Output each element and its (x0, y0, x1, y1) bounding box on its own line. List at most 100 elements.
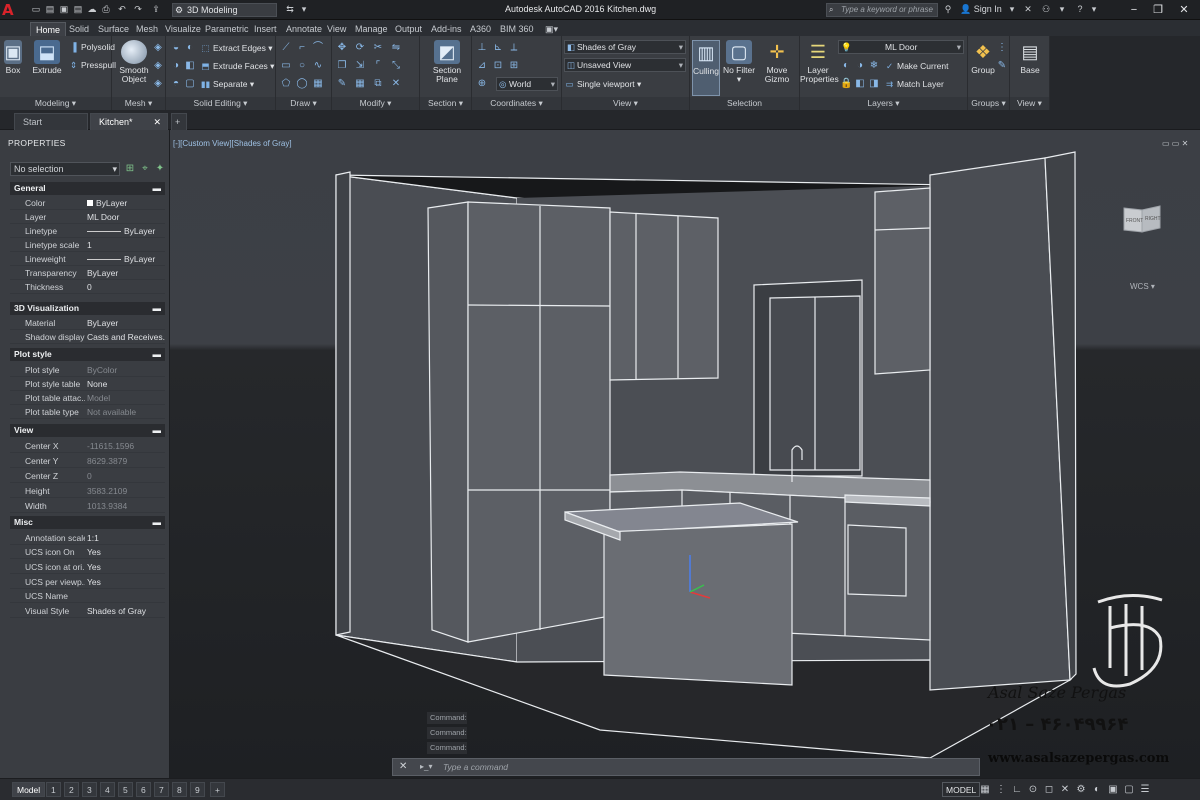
group-edit-icon[interactable]: ✎ (996, 60, 1008, 72)
group-button[interactable]: ❖ Group (970, 40, 996, 75)
panel-title-coordinates[interactable]: Coordinates ▾ (472, 97, 561, 110)
save-as-icon[interactable]: ▤ (72, 4, 84, 15)
tab-surface[interactable]: Surface (93, 22, 134, 36)
polar-icon[interactable]: ⊙ (1026, 783, 1040, 797)
annotation-scale-icon[interactable]: ✕ (1058, 783, 1072, 797)
separate-button[interactable]: ▮▮ Separate ▾ (200, 77, 254, 91)
presspull-button[interactable]: ⇕ Presspull (68, 58, 116, 72)
cloud-icon[interactable]: ☁ (86, 4, 98, 15)
tab-a360[interactable]: A360 (465, 22, 496, 36)
minimize-button[interactable]: − (1122, 2, 1146, 18)
property-row[interactable]: UCS per viewp... Yes (10, 575, 165, 589)
wcs-menu[interactable]: WCS ▾ (1130, 282, 1155, 291)
model-space-button[interactable]: MODEL (942, 782, 981, 797)
workspace-dropdown[interactable]: ⚙ 3D Modeling (172, 3, 277, 17)
help-icon[interactable]: ? (1074, 4, 1086, 15)
panel-title-modeling[interactable]: Modeling ▾ (0, 97, 111, 110)
ucs-object-icon[interactable]: ⊡ (492, 60, 504, 72)
ellipse-icon[interactable]: ◯ (296, 78, 308, 90)
slice-icon[interactable]: ◧ (184, 60, 196, 72)
property-row[interactable]: Annotation scale 1:1 (10, 531, 165, 545)
panel-title-mesh[interactable]: Mesh ▾ (112, 97, 165, 110)
layer-off-icon[interactable]: ◐ (840, 60, 852, 72)
property-row[interactable]: Plot style table None (10, 377, 165, 391)
saved-view-dropdown[interactable]: ◫ Unsaved View ▾ (564, 58, 686, 72)
panel-title-modify[interactable]: Modify ▾ (332, 97, 419, 110)
property-row[interactable]: Width 1013.9384 (10, 499, 165, 513)
rectangle-icon[interactable]: ▭ (280, 60, 292, 72)
file-tab-start[interactable]: Start (14, 113, 88, 130)
layer-walk-icon[interactable]: ◨ (868, 78, 880, 90)
panel-title-view-base[interactable]: View ▾ (1010, 97, 1049, 110)
close-button[interactable]: ✕ (1172, 2, 1196, 18)
property-row[interactable]: Shadow display Casts and Receives... (10, 330, 165, 344)
maximize-button[interactable]: ❐ (1146, 2, 1170, 18)
property-row[interactable]: UCS Name (10, 589, 165, 603)
clean-screen-icon[interactable]: ▢ (1122, 783, 1136, 797)
select-objects-icon[interactable]: ⌖ (139, 163, 151, 175)
tab-mesh[interactable]: Mesh (131, 22, 163, 36)
layout-tab[interactable]: 7 (154, 782, 169, 797)
property-row[interactable]: UCS icon at ori... Yes (10, 560, 165, 574)
polyline-icon[interactable]: ⌐ (296, 42, 308, 54)
mesh-tool-icon[interactable]: ◈ (152, 60, 164, 72)
stretch-icon[interactable]: ⇲ (354, 60, 366, 72)
layer-freeze-icon[interactable]: ❄ (868, 60, 880, 72)
copy-icon[interactable]: ❐ (336, 60, 348, 72)
viewport-config-button[interactable]: ▭ Single viewport ▾ (564, 77, 641, 91)
layout-tab[interactable]: 8 (172, 782, 187, 797)
close-tab-icon[interactable]: ✕ (153, 114, 161, 130)
ucs-origin-icon[interactable]: ⊾ (492, 42, 504, 54)
layout-tab-model[interactable]: Model (12, 782, 46, 797)
box-button[interactable]: ▣ Box (2, 40, 24, 75)
culling-button[interactable]: ▥ Culling (692, 40, 720, 96)
property-row[interactable]: Color ByLayer (10, 196, 165, 210)
line-icon[interactable]: ⟋ (280, 42, 292, 54)
save-icon[interactable]: ▣ (58, 4, 70, 15)
no-filter-button[interactable]: ▢ No Filter ▾ (722, 40, 756, 84)
kitchen-3d-model[interactable] (170, 130, 1200, 778)
tab-parametric[interactable]: Parametric (200, 22, 254, 36)
viewcube-widget[interactable]: FRONT RIGHT (1122, 200, 1162, 234)
extrude-button[interactable]: ⬓ Extrude (30, 40, 64, 75)
open-file-icon[interactable]: ▤ (44, 4, 56, 15)
tab-output[interactable]: Output (390, 22, 427, 36)
undo-icon[interactable]: ↶ (116, 4, 128, 15)
circle-icon[interactable]: ○ (296, 60, 308, 72)
layer-dropdown[interactable]: 💡 ML Door ▾ (838, 40, 964, 54)
mesh-tool-icon[interactable]: ◈ (152, 42, 164, 54)
visual-style-dropdown[interactable]: ◧ Shades of Gray ▾ (564, 40, 686, 54)
quick-select-icon[interactable]: ✦ (154, 163, 166, 175)
arc-icon[interactable]: ⌒ (312, 42, 324, 54)
chevron-down-icon[interactable]: ▾ (298, 4, 310, 15)
property-row[interactable]: Thickness 0 (10, 280, 165, 294)
ucs-3point-icon[interactable]: ⊿ (476, 60, 488, 72)
selection-dropdown[interactable]: No selection ▾ (10, 162, 120, 176)
panel-title-groups[interactable]: Groups ▾ (968, 97, 1009, 110)
interfere-icon[interactable]: ◓ (170, 78, 182, 90)
tab-bim360[interactable]: BIM 360 (495, 22, 539, 36)
tab-insert[interactable]: Insert (249, 22, 282, 36)
property-row[interactable]: Transparency ByLayer (10, 266, 165, 280)
layout-tab[interactable]: 2 (64, 782, 79, 797)
property-row[interactable]: Plot style ByColor (10, 363, 165, 377)
panel-title-view[interactable]: View ▾ (562, 97, 689, 110)
osnap-icon[interactable]: ◻ (1042, 783, 1056, 797)
erase-icon[interactable]: ✕ (390, 78, 402, 90)
layout-tab[interactable]: 6 (136, 782, 151, 797)
layout-tab[interactable]: 1 (46, 782, 61, 797)
section-plot-style[interactable]: Plot style ▬ (10, 348, 165, 361)
pencil-icon[interactable]: ✎ (336, 78, 348, 90)
panel-title-layers[interactable]: Layers ▾ (800, 97, 967, 110)
toggle-pickadd-icon[interactable]: ⊞ (124, 163, 136, 175)
hatch-icon[interactable]: ▦ (312, 78, 324, 90)
scale-icon[interactable]: ⤡ (390, 60, 402, 72)
layer-properties-button[interactable]: ☰ Layer Properties (800, 40, 839, 84)
offset-icon[interactable]: ⧉ (372, 78, 384, 90)
new-tab-button[interactable]: + (171, 113, 187, 130)
chevron-down-icon[interactable]: ▾ (1056, 4, 1068, 15)
tab-add-ins[interactable]: Add-ins (426, 22, 467, 36)
panel-title-section[interactable]: Section ▾ (420, 97, 471, 110)
intersect-icon[interactable]: ◑ (170, 60, 182, 72)
layout-tab[interactable]: 3 (82, 782, 97, 797)
